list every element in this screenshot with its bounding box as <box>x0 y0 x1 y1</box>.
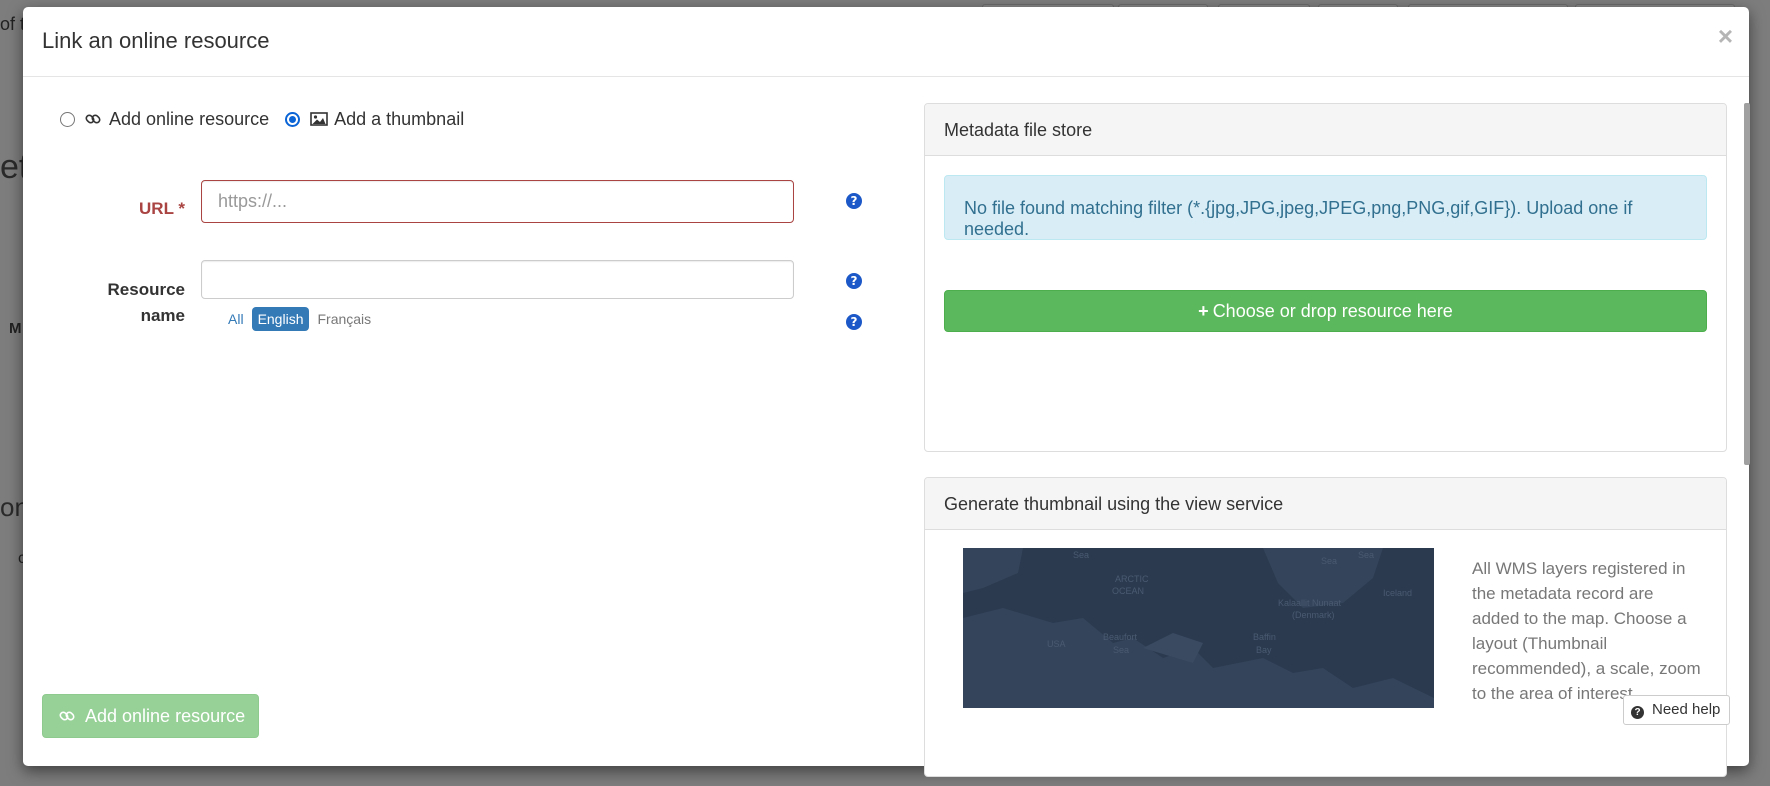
scrollbar[interactable] <box>1742 99 1754 689</box>
map-label: Sea <box>1073 550 1090 560</box>
map-label: Sea <box>1321 556 1338 566</box>
link-icon <box>59 697 75 739</box>
need-help-button[interactable]: ? Need help <box>1623 695 1730 725</box>
resource-name-label-line: name <box>140 306 185 325</box>
map-label: (Denmark) <box>1292 610 1335 620</box>
map-label: ARCTIC <box>1115 574 1149 584</box>
map-label: OCEAN <box>1112 586 1145 596</box>
modal-title: Link an online resource <box>42 28 270 53</box>
language-tab-french[interactable]: Français <box>311 307 377 331</box>
resource-name-input[interactable] <box>201 260 794 299</box>
file-store-panel: Metadata file store No file found matchi… <box>924 103 1727 452</box>
thumbnail-map[interactable]: ARCTIC OCEAN Kalaallit Nunaat (Denmark) … <box>963 548 1434 708</box>
thumbnail-heading: Generate thumbnail using the view servic… <box>925 478 1726 530</box>
no-file-alert: No file found matching filter (*.{jpg,JP… <box>944 175 1707 240</box>
choose-or-drop-button[interactable]: + Choose or drop resource here <box>944 290 1707 332</box>
map-label: Kalaallit Nunaat <box>1278 598 1342 608</box>
scrollbar-thumb[interactable] <box>1744 103 1750 465</box>
resource-name-label: Resource name <box>83 277 185 329</box>
resource-name-label-line: Resource <box>107 280 185 299</box>
map-label: Beaufort <box>1103 632 1138 642</box>
language-selector: All English Français <box>222 307 379 331</box>
image-icon <box>310 111 328 127</box>
close-icon[interactable]: × <box>1718 23 1733 49</box>
map-label: Baffin <box>1253 632 1276 642</box>
modal-header: Link an online resource × <box>23 7 1749 77</box>
map-label: Sea <box>1358 550 1375 560</box>
map-label: Sea <box>1113 645 1130 655</box>
map-label: USA <box>1047 639 1066 649</box>
link-resource-dialog: Link an online resource × Add online res… <box>23 7 1750 777</box>
plus-icon: + <box>1198 301 1209 321</box>
help-icon[interactable]: ? <box>846 193 862 209</box>
add-online-resource-button[interactable]: Add online resource <box>42 694 259 738</box>
help-icon[interactable]: ? <box>846 273 862 289</box>
add-online-resource-label[interactable]: Add online resource <box>109 109 269 130</box>
background-text: of t <box>0 14 26 34</box>
help-icon[interactable]: ? <box>846 314 862 330</box>
url-input[interactable] <box>201 180 794 223</box>
language-tab-all[interactable]: All <box>222 307 250 331</box>
choose-or-drop-label: Choose or drop resource here <box>1212 301 1453 321</box>
file-store-heading: Metadata file store <box>925 104 1726 156</box>
thumbnail-description: All WMS layers registered in the metadat… <box>1472 559 1701 703</box>
language-tab-english[interactable]: English <box>251 307 310 331</box>
add-online-resource-button-label: Add online resource <box>85 706 246 726</box>
question-icon: ? <box>1631 706 1644 719</box>
need-help-label: Need help <box>1652 701 1721 718</box>
add-online-resource-radio[interactable] <box>60 111 75 127</box>
add-thumbnail-label[interactable]: Add a thumbnail <box>334 109 464 130</box>
map-label: Bay <box>1256 645 1272 655</box>
map-label: Iceland <box>1383 588 1413 598</box>
link-icon <box>85 111 101 127</box>
map-landmass <box>963 548 1434 708</box>
background-text: M <box>9 320 22 337</box>
url-label: URL * <box>139 199 185 218</box>
add-thumbnail-radio[interactable] <box>285 111 301 127</box>
resource-type-selector: Add online resource Add a thumbnail <box>60 107 480 131</box>
thumbnail-panel: Generate thumbnail using the view servic… <box>924 477 1727 777</box>
